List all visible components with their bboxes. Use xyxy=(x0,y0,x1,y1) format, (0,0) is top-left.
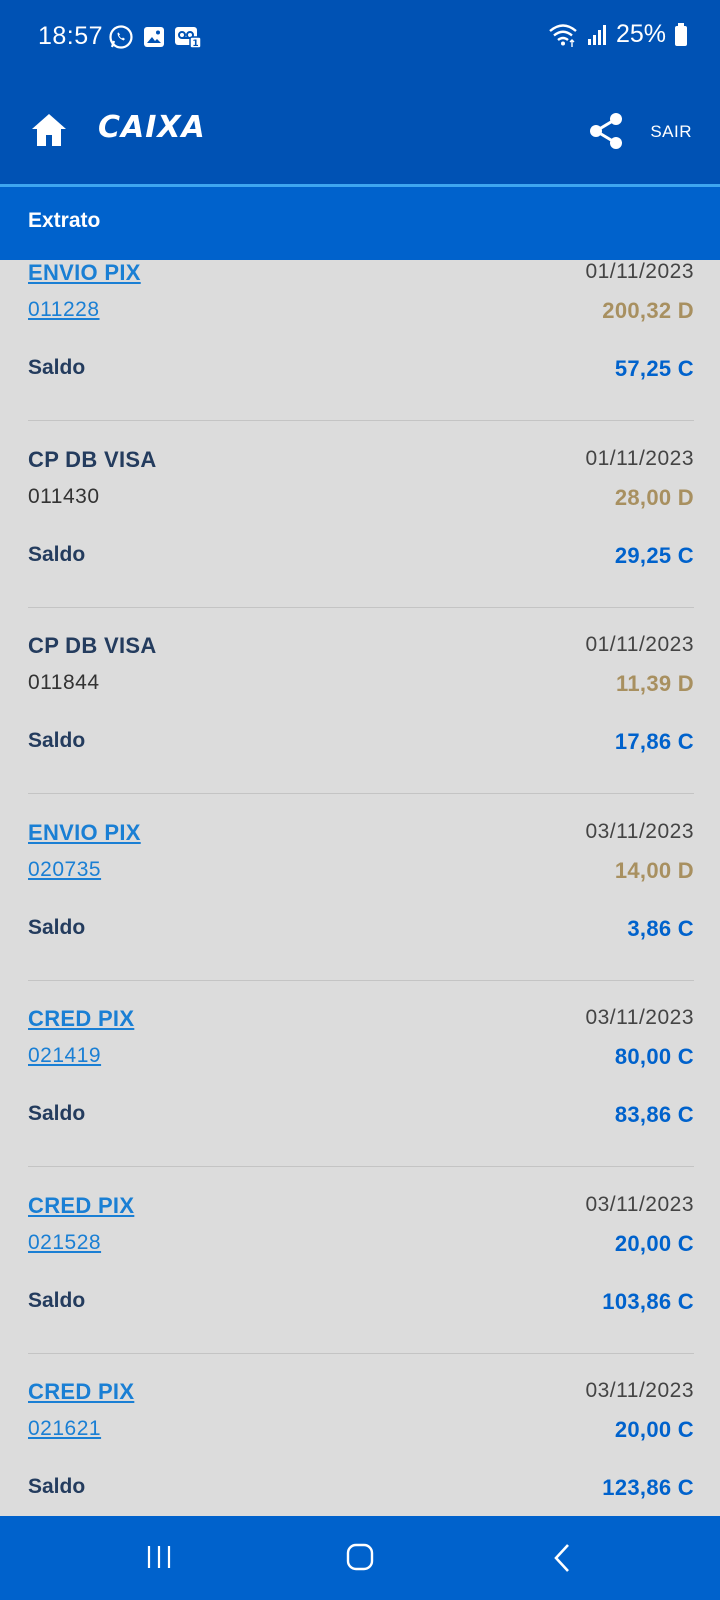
app-header: CAIXA SAIR xyxy=(0,80,720,184)
logo-text: CAIXA xyxy=(98,110,206,145)
home-nav-icon[interactable] xyxy=(346,1543,374,1571)
entry-date: 01/11/2023 xyxy=(585,447,694,470)
sair-button[interactable]: SAIR xyxy=(650,122,692,142)
entry-doc-number: 011430 xyxy=(28,485,100,508)
statement-entry: CP DB VISA 01/11/2023 011844 11,39 D Sal… xyxy=(28,633,694,819)
entry-title: CP DB VISA xyxy=(28,447,157,472)
whatsapp-icon xyxy=(109,25,133,49)
entry-divider xyxy=(28,1166,694,1167)
saldo-value: 17,86 C xyxy=(614,729,694,754)
entry-amount: 14,00 D xyxy=(614,858,694,883)
entry-doc-number[interactable]: 020735 xyxy=(28,858,101,882)
statement-entry: ENVIO PIX 01/11/2023 011228 200,32 D Sal… xyxy=(28,260,694,446)
saldo-label: Saldo xyxy=(28,916,86,939)
voicemail-icon: 1 xyxy=(175,27,202,49)
wifi-icon xyxy=(549,23,577,47)
caixa-logo: CAIXA xyxy=(98,110,206,145)
saldo-label: Saldo xyxy=(28,729,86,752)
status-time: 18:57 xyxy=(38,22,104,50)
entry-amount: 20,00 C xyxy=(614,1417,694,1442)
entry-divider xyxy=(28,980,694,981)
entry-doc-number[interactable]: 021528 xyxy=(28,1231,101,1255)
saldo-value: 57,25 C xyxy=(614,356,694,381)
entry-divider xyxy=(28,607,694,608)
statement-entry: CRED PIX 03/11/2023 021419 80,00 C Saldo… xyxy=(28,1006,694,1192)
system-nav-bar xyxy=(0,1516,720,1600)
saldo-value: 83,86 C xyxy=(614,1102,694,1127)
entry-divider xyxy=(28,1353,694,1354)
statement-entry: CRED PIX 03/11/2023 021528 20,00 C Saldo… xyxy=(28,1193,694,1379)
entry-date: 03/11/2023 xyxy=(585,1193,694,1216)
entry-doc-number[interactable]: 011228 xyxy=(28,298,100,322)
saldo-label: Saldo xyxy=(28,1102,86,1125)
saldo-label: Saldo xyxy=(28,1289,86,1312)
entry-title[interactable]: CRED PIX xyxy=(28,1193,134,1219)
entry-divider xyxy=(28,420,694,421)
home-icon[interactable] xyxy=(30,112,68,148)
signal-icon xyxy=(587,24,606,45)
page-title: Extrato xyxy=(28,209,101,232)
saldo-value: 3,86 C xyxy=(627,916,694,941)
battery-percentage: 25% xyxy=(615,20,666,48)
gallery-icon xyxy=(144,27,164,47)
entry-doc-number: 011844 xyxy=(28,671,100,694)
entry-doc-number[interactable]: 021621 xyxy=(28,1417,101,1441)
recent-apps-icon[interactable] xyxy=(146,1543,172,1571)
entry-doc-number[interactable]: 021419 xyxy=(28,1044,101,1068)
saldo-label: Saldo xyxy=(28,1475,86,1498)
entry-title[interactable]: ENVIO PIX xyxy=(28,260,141,286)
section-header: Extrato xyxy=(0,187,720,260)
entry-title[interactable]: CRED PIX xyxy=(28,1379,134,1405)
saldo-label: Saldo xyxy=(28,356,86,379)
entry-title[interactable]: CRED PIX xyxy=(28,1006,134,1032)
entry-date: 01/11/2023 xyxy=(585,633,694,656)
entry-amount: 11,39 D xyxy=(616,671,694,696)
entry-date: 03/11/2023 xyxy=(585,1379,694,1402)
statement-entry: CRED PIX 03/11/2023 021621 20,00 C Saldo… xyxy=(28,1379,694,1516)
svg-text:1: 1 xyxy=(192,39,198,49)
entry-date: 03/11/2023 xyxy=(585,1006,694,1029)
saldo-label: Saldo xyxy=(28,543,86,566)
status-notification-icons: 1 xyxy=(108,24,202,50)
share-icon[interactable] xyxy=(588,112,624,150)
statement-entry: CP DB VISA 01/11/2023 011430 28,00 D Sal… xyxy=(28,447,694,633)
entry-date: 03/11/2023 xyxy=(585,820,694,843)
battery-icon xyxy=(675,22,687,46)
entry-date: 01/11/2023 xyxy=(585,260,694,283)
statement-entry: ENVIO PIX 03/11/2023 020735 14,00 D Sald… xyxy=(28,820,694,1006)
entry-amount: 200,32 D xyxy=(602,298,694,323)
saldo-value: 29,25 C xyxy=(614,543,694,568)
saldo-value: 103,86 C xyxy=(602,1289,694,1314)
entry-amount: 28,00 D xyxy=(614,485,694,510)
entry-amount: 20,00 C xyxy=(614,1231,694,1256)
entry-title[interactable]: ENVIO PIX xyxy=(28,820,141,846)
entry-title: CP DB VISA xyxy=(28,633,157,658)
status-bar: 18:57 1 25% xyxy=(0,0,720,80)
entry-amount: 80,00 C xyxy=(614,1044,694,1069)
status-system-icons: 25% xyxy=(548,20,688,49)
statement-list[interactable]: ENVIO PIX 01/11/2023 011228 200,32 D Sal… xyxy=(0,260,720,1516)
back-icon[interactable] xyxy=(552,1543,572,1573)
saldo-value: 123,86 C xyxy=(602,1475,694,1500)
entry-divider xyxy=(28,793,694,794)
